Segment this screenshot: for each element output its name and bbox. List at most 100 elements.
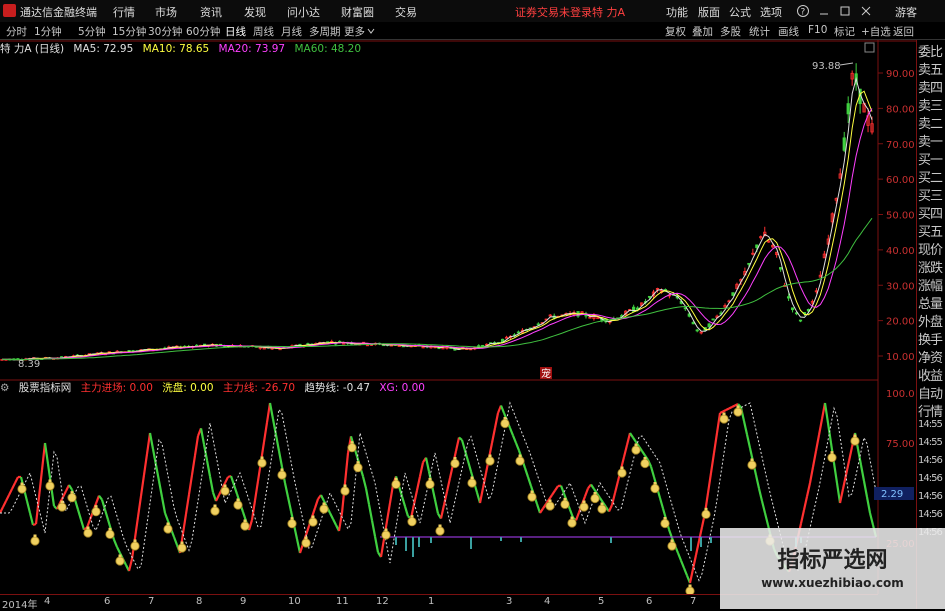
indicator-bar [500,537,502,541]
main-force-line [285,483,288,497]
date-label: 6 [646,596,652,607]
help-icon[interactable]: ? [796,4,810,18]
mark-button[interactable]: 标记 [834,24,855,39]
f10-button[interactable]: F10 [808,24,827,36]
period-30min[interactable]: 30分钟 [148,24,182,39]
add-watchlist-button[interactable]: +自选 [861,24,891,39]
multi-stock-button[interactable]: 多股 [720,24,741,39]
menu-market-quotes[interactable]: 行情 [113,4,135,20]
indicator-xg-name: XG [379,382,394,394]
menu-market[interactable]: 市场 [155,4,177,20]
overlay-button[interactable]: 叠加 [692,24,713,39]
candle-body [791,308,793,310]
menu-layout[interactable]: 版面 [698,4,720,20]
main-force-line [570,510,573,518]
period-multi[interactable]: 多周期 [309,24,341,39]
main-force-line [426,458,429,472]
date-label: 7 [690,596,696,607]
main-force-line [129,559,132,571]
price-axis-label: 70.00 [886,140,915,151]
indicator-main-entry-name: 主力进场 [81,382,123,394]
menu-function[interactable]: 功能 [666,4,688,20]
menu-formula[interactable]: 公式 [729,4,751,20]
indicator-bar [405,537,407,551]
period-more[interactable]: 更多 [344,24,365,39]
money-bag-icon [46,480,54,491]
panel-expand-icon[interactable] [865,43,874,52]
menu-news[interactable]: 资讯 [200,4,222,20]
draw-line-button[interactable]: 画线 [778,24,799,39]
period-daily[interactable]: 日线 [225,24,246,39]
date-label: 11 [336,596,349,607]
adjust-button[interactable]: 复权 [665,24,686,39]
period-intraday[interactable]: 分时 [6,24,27,39]
menu-trade[interactable]: 交易 [395,4,417,20]
main-force-line [516,443,519,451]
maximize-icon[interactable] [838,4,852,18]
main-force-line [651,467,654,478]
price-axis-label: 30.00 [886,281,915,292]
login-notice[interactable]: 证券交易未登录 [515,4,592,20]
main-force-line [870,513,873,525]
money-bag-icon [436,525,444,536]
indicator-main-entry-value: 0.00 [130,382,153,394]
main-force-line [843,475,846,489]
period-weekly[interactable]: 周线 [253,24,274,39]
main-force-line [183,514,186,534]
period-15min[interactable]: 15分钟 [112,24,146,39]
menu-options[interactable]: 选项 [760,4,782,20]
candle-body [517,332,519,333]
quote-panel-label: 买五 [918,221,945,240]
quote-panel-label: 卖一 [918,131,945,150]
money-bag-icon [668,540,676,551]
money-bag-icon [31,535,39,546]
chart-area[interactable]: 90.0080.0070.0060.0050.0040.0030.0020.00… [0,40,916,594]
candle-body [708,324,710,327]
guest-label[interactable]: 游客 [895,4,917,20]
indicator-settings-icon[interactable]: ⚙ [0,382,9,394]
close-icon[interactable] [859,4,873,18]
main-force-line [759,489,762,502]
period-1min[interactable]: 1分钟 [34,24,62,39]
quote-panel-label: 外盘 [918,311,945,330]
minimize-icon[interactable] [817,4,831,18]
main-force-line [0,507,3,513]
money-bag-icon [828,451,836,462]
period-5min[interactable]: 5分钟 [78,24,106,39]
money-bag-icon [468,477,476,488]
main-force-line [333,519,336,525]
main-force-line [561,486,564,494]
money-bag-icon [528,491,536,502]
main-force-line [726,409,729,411]
chevron-down-icon[interactable] [367,27,375,35]
period-monthly[interactable]: 月线 [281,24,302,39]
money-bag-icon [748,459,756,470]
menu-ask[interactable]: 问小达 [287,4,320,20]
money-bag-icon [686,585,694,595]
main-force-line [174,537,177,545]
main-force-line [804,497,807,511]
main-force-line [456,438,459,452]
main-force-line [513,436,516,444]
menu-wealth-circle[interactable]: 财富圈 [341,4,374,20]
price-axis-label: 40.00 [886,246,915,257]
money-bag-icon [278,469,286,480]
statistics-button[interactable]: 统计 [749,24,770,39]
money-bag-icon [116,555,124,566]
date-label: 4 [544,596,550,607]
main-force-line [255,481,258,501]
menu-discover[interactable]: 发现 [244,4,266,20]
quote-panel-label[interactable]: 自动 [918,383,945,402]
indicator-xg: XG: 0.00 [379,382,425,394]
indicator-main-line: 主力线: -26.70 [223,382,295,394]
indicator-bar [430,537,432,543]
back-button[interactable]: 返回 [893,24,914,39]
period-60min[interactable]: 60分钟 [186,24,220,39]
candle-body [748,263,750,264]
main-force-line [495,413,498,428]
candle-body [712,319,714,320]
money-bag-icon [106,528,114,539]
main-force-line [105,510,108,520]
main-force-line [195,436,198,456]
main-force-line [153,449,156,465]
